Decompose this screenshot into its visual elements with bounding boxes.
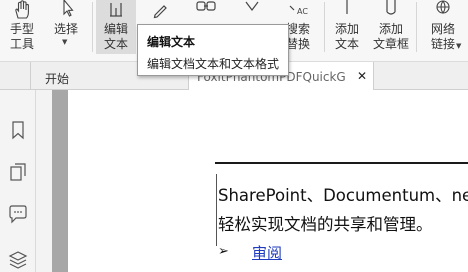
add-text-icon xyxy=(328,0,366,22)
add-textbox-label: 添加 文章框 xyxy=(372,22,409,51)
review-link[interactable]: 审阅 xyxy=(252,242,282,263)
bookmark-icon[interactable] xyxy=(8,120,28,140)
add-text-button[interactable]: 添加 文本 xyxy=(328,0,366,54)
page-background-edge xyxy=(52,90,68,272)
pages-icon[interactable] xyxy=(8,162,28,182)
edit-text-label: 编辑 文本 xyxy=(103,22,128,51)
svg-text:AC: AC xyxy=(297,7,308,16)
layers-icon[interactable] xyxy=(8,250,28,270)
hand-tool-button[interactable]: 手型 工具 xyxy=(2,0,42,54)
search-replace-icon: AC xyxy=(278,0,318,22)
paragraph-line[interactable]: SharePoint、Documentum、ne xyxy=(218,182,468,206)
hand-tool-label: 手型 工具 xyxy=(9,22,34,51)
panel-gutter xyxy=(36,90,52,272)
chevron-down-icon: ▼ xyxy=(62,38,68,46)
add-text-label: 添加 文本 xyxy=(334,22,359,51)
document-page: SharePoint、Documentum、ne 轻松实现文档的共享和管理。 ➢… xyxy=(68,90,468,272)
close-icon[interactable]: ✕ xyxy=(357,69,367,83)
bullet-arrow-icon: ➢ xyxy=(218,244,229,259)
link-icon xyxy=(186,0,226,22)
web-link-icon xyxy=(420,0,466,22)
add-textbox-icon xyxy=(370,0,412,22)
tooltip-description: 编辑文档文本和文本格式 xyxy=(147,57,280,71)
select-arrow-icon xyxy=(46,0,86,22)
chevron-down-icon: ▼ xyxy=(456,42,462,50)
paragraph-line[interactable]: 轻松实现文档的共享和管理。 xyxy=(218,211,433,235)
tab-home-label: 开始 xyxy=(45,72,70,86)
shape-icon xyxy=(232,0,272,22)
text-edit-boundary xyxy=(216,174,217,246)
web-link-button[interactable]: 网络 链接 ▼ xyxy=(420,0,466,54)
ribbon-separator xyxy=(324,2,325,52)
navigation-panel xyxy=(0,90,36,272)
edit-object-icon xyxy=(140,0,180,22)
add-textbox-button[interactable]: 添加 文章框 xyxy=(370,0,412,54)
edit-text-tooltip: 编辑文本 编辑文档文本和文本格式 xyxy=(137,24,289,76)
edit-text-button[interactable]: 编辑 文本 xyxy=(96,0,136,54)
select-button[interactable]: 选择 ▼ xyxy=(46,0,86,54)
ribbon-separator xyxy=(416,2,417,52)
header-rule xyxy=(215,162,468,164)
tooltip-title: 编辑文本 xyxy=(147,35,196,49)
edit-text-icon xyxy=(96,0,136,22)
ribbon-separator xyxy=(92,2,93,52)
hand-icon xyxy=(2,0,42,22)
select-label: 选择 xyxy=(53,22,78,36)
comment-icon[interactable] xyxy=(8,204,28,224)
